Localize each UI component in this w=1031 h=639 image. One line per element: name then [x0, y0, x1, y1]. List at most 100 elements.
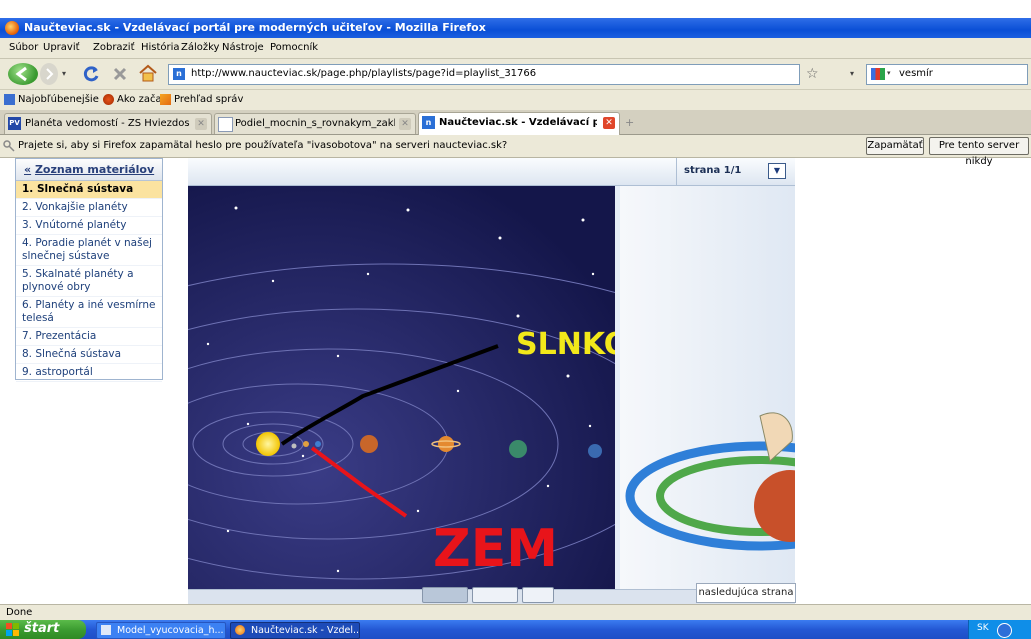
sidebar-item-7[interactable]: 7. Prezentácia	[16, 328, 162, 346]
firefox-logo-icon	[5, 21, 19, 35]
bookmark-prehlad-sprav[interactable]: Prehľad správ	[174, 94, 243, 105]
stop-icon[interactable]	[111, 65, 129, 83]
google-search-engine-icon[interactable]	[871, 68, 885, 80]
bookmark-ako-zacat[interactable]: Ako začať	[117, 94, 166, 105]
uranus	[509, 440, 527, 458]
sidebar-item-9[interactable]: 9. astroportál	[16, 364, 162, 382]
page-dropdown-button[interactable]: ▼	[768, 163, 786, 179]
status-text: Done	[6, 607, 33, 618]
back-arrow-icon	[15, 66, 27, 82]
search-box[interactable]: ▾ vesmír	[866, 64, 1028, 85]
tab-label: Podiel_mocnin_s_rovnakym_zakladom....	[235, 118, 395, 129]
solar-system-illustration: SLNKO ZEM	[188, 186, 615, 589]
menu-zobrazit[interactable]: Zobraziť	[93, 42, 135, 53]
neptune	[588, 444, 602, 458]
window-titlebar: Naučteviac.sk - Vzdelávací portál pre mo…	[0, 18, 1031, 38]
site-favicon-icon: n	[173, 68, 185, 80]
address-bar[interactable]: n http://www.naucteviac.sk/page.php/play…	[168, 64, 800, 85]
tab-label: Planéta vedomostí - ZŠ Hviezdoslavova...	[25, 118, 190, 129]
sidebar-header[interactable]: « Zoznam materiálov	[16, 159, 162, 181]
tab-podiel-mocnin[interactable]: Podiel_mocnin_s_rovnakym_zakladom.... ✕	[214, 113, 416, 134]
firefox-bookmark-icon	[103, 94, 114, 105]
sidebar-item-4[interactable]: 4. Poradie planét v našej slnečnej sústa…	[16, 235, 162, 266]
sun-annotation-text: SLNKO	[516, 327, 615, 362]
close-tab-icon[interactable]: ✕	[603, 117, 615, 129]
earth-annotation-text: ZEM	[433, 519, 558, 579]
history-dropdown-icon[interactable]: ▾	[62, 69, 66, 78]
sidebar-item-3[interactable]: 3. Vnútorné planéty	[16, 217, 162, 235]
firefox-icon	[235, 625, 245, 635]
tab-label: Naučteviac.sk - Vzdelávací portál...	[439, 117, 597, 128]
footer-button-3[interactable]	[522, 587, 554, 603]
forward-button[interactable]	[40, 63, 58, 85]
menu-nastroje[interactable]: Nástroje	[222, 42, 264, 53]
page-icon	[218, 117, 233, 132]
taskbar-item-firefox[interactable]: Naučteviac.sk - Vzdel...	[230, 622, 360, 639]
search-input[interactable]: vesmír	[899, 68, 933, 79]
taskbar-item-model[interactable]: Model_vyucovacia_h...	[96, 622, 226, 639]
close-tab-icon[interactable]: ✕	[399, 118, 411, 130]
venus	[303, 441, 309, 447]
tab-naucteviac[interactable]: n Naučteviac.sk - Vzdelávací portál... ✕	[418, 112, 620, 135]
key-icon	[3, 140, 15, 152]
collapse-icon[interactable]: «	[24, 163, 31, 176]
materials-sidebar: « Zoznam materiálov 1. Slnečná sústava 2…	[15, 158, 163, 382]
reload-icon[interactable]	[82, 65, 100, 83]
sun	[256, 432, 280, 456]
menu-subor[interactable]: Súbor	[9, 42, 38, 53]
navigation-toolbar: ▾ n http://www.naucteviac.sk/page.php/pl…	[0, 59, 1031, 89]
sidebar-title: Zoznam materiálov	[34, 163, 155, 176]
windows-taskbar: štart Model_vyucovacia_h... Naučteviac.s…	[0, 620, 1031, 639]
new-tab-icon[interactable]: +	[625, 116, 634, 129]
back-button[interactable]	[8, 63, 38, 85]
sidebar-item-6[interactable]: 6. Planéty a iné vesmírne telesá	[16, 297, 162, 328]
page-indicator: strana 1/1	[684, 165, 742, 176]
rss-feed-icon	[160, 94, 171, 105]
viewer-header: strana 1/1 ▼	[188, 158, 795, 186]
earth	[315, 441, 321, 447]
password-notification-bar: Prajete si, aby si Firefox zapamätal hes…	[0, 135, 1031, 167]
start-button[interactable]: štart	[0, 620, 86, 639]
language-indicator[interactable]: SK	[977, 623, 989, 633]
pv-favicon-icon: PV	[8, 117, 21, 130]
sidebar-item-1[interactable]: 1. Slnečná sústava	[16, 181, 162, 199]
tab-planeta-vedomosti[interactable]: PV Planéta vedomostí - ZŠ Hviezdoslavova…	[4, 113, 212, 134]
header-divider	[676, 158, 677, 185]
footer-button-2[interactable]	[472, 587, 518, 603]
tray-icon[interactable]	[997, 623, 1012, 638]
jupiter	[360, 435, 378, 453]
status-bar: Done	[0, 604, 1031, 621]
menu-zalozky[interactable]: Záložky	[181, 42, 219, 53]
next-slide-preview	[620, 186, 895, 589]
taskbar-item-label: Model_vyucovacia_h...	[117, 625, 224, 636]
window-title: Naučteviac.sk - Vzdelávací portál pre mo…	[24, 21, 486, 34]
home-icon[interactable]	[138, 64, 158, 82]
site-favicon-icon: n	[422, 116, 435, 129]
menu-upravit[interactable]: Upraviť	[43, 42, 80, 53]
next-page-button[interactable]: nasledujúca strana	[696, 583, 796, 603]
forward-arrow-icon	[46, 68, 54, 80]
never-for-this-site-button[interactable]: Pre tento server nikdy	[929, 137, 1029, 167]
menu-pomocnik[interactable]: Pomocník	[270, 42, 318, 53]
remember-password-button[interactable]: Zapamätať	[866, 137, 924, 155]
footer-button-1[interactable]	[422, 587, 468, 603]
taskbar-item-label: Naučteviac.sk - Vzdel...	[251, 625, 360, 636]
document-icon	[101, 625, 111, 635]
sidebar-item-2[interactable]: 2. Vonkajšie planéty	[16, 199, 162, 217]
content-viewer: strana 1/1 ▼ SLNK ZEM nasledujúca strana	[188, 158, 895, 604]
sidebar-item-8[interactable]: 8. Slnečná sústava	[16, 346, 162, 364]
bookmark-folder-icon	[4, 94, 15, 105]
start-label: štart	[24, 621, 60, 636]
tab-strip: PV Planéta vedomostí - ZŠ Hviezdoslavova…	[0, 110, 1031, 135]
menu-bar: Súbor Upraviť Zobraziť História Záložky …	[0, 38, 1031, 59]
bookmark-najoblubenejsie[interactable]: Najobľúbenejšie	[18, 94, 99, 105]
bookmark-star-icon[interactable]: ☆	[806, 66, 819, 82]
planet-ring-illustration	[625, 412, 895, 551]
bookmarks-toolbar: Najobľúbenejšie Ako začať Prehľad správ	[0, 89, 1031, 110]
engine-dropdown-icon[interactable]: ▾	[887, 69, 891, 77]
mercury	[291, 443, 297, 449]
url-dropdown-icon[interactable]: ▾	[850, 69, 854, 78]
sidebar-item-5[interactable]: 5. Skalnaté planéty a plynové obry	[16, 266, 162, 297]
close-tab-icon[interactable]: ✕	[195, 118, 207, 130]
menu-historia[interactable]: História	[141, 42, 180, 53]
